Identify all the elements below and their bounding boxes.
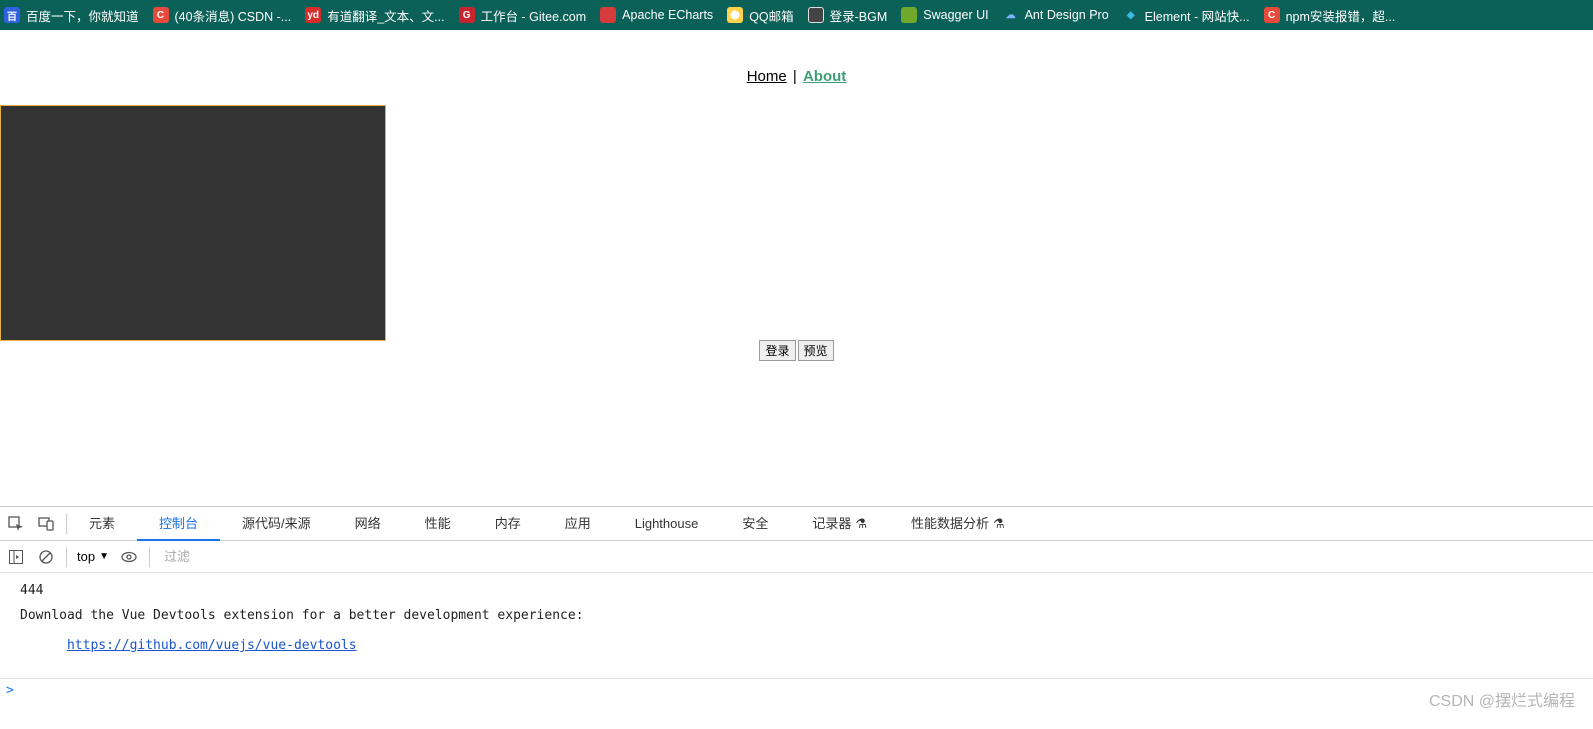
bookmark-label: Ant Design Pro (1025, 8, 1109, 22)
tab-elements[interactable]: 元素 (67, 507, 137, 541)
favicon-icon: C (153, 7, 169, 23)
bookmark-item[interactable]: G 工作台 - Gitee.com (459, 6, 587, 25)
bookmark-item[interactable]: 登录-BGM (808, 6, 888, 25)
bookmark-item[interactable]: ◆ Element - 网站快... (1123, 6, 1250, 25)
bookmark-label: 登录-BGM (830, 6, 888, 25)
bookmark-item[interactable]: ☁ Ant Design Pro (1003, 7, 1109, 23)
tab-recorder[interactable]: 记录器⚗ (790, 507, 889, 541)
bookmark-item[interactable]: Apache ECharts (600, 7, 713, 23)
bookmark-item[interactable]: Cnpm安装报错，超... (1264, 6, 1396, 25)
console-prompt[interactable]: > (0, 678, 1593, 702)
bookmark-label: 有道翻译_文本、文... (327, 6, 444, 25)
preview-panel (0, 105, 386, 341)
divider (66, 547, 67, 567)
devtools-panel: 元素 控制台 源代码/来源 网络 性能 内存 应用 Lighthouse 安全 … (0, 506, 1593, 702)
tab-application[interactable]: 应用 (543, 507, 613, 541)
favicon-icon: 百 (4, 7, 20, 23)
bookmark-item[interactable]: C (40条消息) CSDN -... (153, 6, 292, 25)
console-line: Download the Vue Devtools extension for … (20, 608, 1573, 623)
device-icon[interactable] (36, 514, 56, 534)
favicon-icon: ◆ (1123, 7, 1139, 23)
beta-icon: ⚗ (993, 516, 1005, 531)
sidebar-toggle-icon[interactable] (6, 547, 26, 567)
favicon-icon (901, 7, 917, 23)
bookmark-item[interactable]: 百百度一下，你就知道 (4, 6, 139, 25)
favicon-icon: ☁ (1003, 7, 1019, 23)
action-buttons: 登录 预览 (0, 340, 1593, 361)
console-output: 444 Download the Vue Devtools extension … (0, 573, 1593, 678)
bookmark-item[interactable]: Swagger UI (901, 7, 988, 23)
context-select[interactable]: top▼ (77, 549, 109, 564)
divider (149, 547, 150, 567)
favicon-icon: yd (305, 7, 321, 23)
nav-home-link[interactable]: Home (747, 68, 787, 85)
tab-memory[interactable]: 内存 (473, 507, 543, 541)
favicon-icon (600, 7, 616, 23)
nav-separator: | (791, 68, 799, 85)
bookmark-label: npm安装报错，超... (1286, 6, 1396, 25)
tab-perf-insights[interactable]: 性能数据分析⚗ (889, 507, 1027, 541)
tab-network[interactable]: 网络 (333, 507, 403, 541)
bookmark-label: Apache ECharts (622, 8, 713, 22)
bookmark-label: 工作台 - Gitee.com (481, 6, 587, 25)
inspect-icon[interactable] (6, 514, 26, 534)
console-line: 444 (20, 583, 1573, 598)
tab-security[interactable]: 安全 (720, 507, 790, 541)
bookmark-label: (40条消息) CSDN -... (175, 6, 292, 25)
beta-icon: ⚗ (855, 516, 867, 531)
devtools-tabs: 元素 控制台 源代码/来源 网络 性能 内存 应用 Lighthouse 安全 … (0, 507, 1593, 541)
login-button[interactable]: 登录 (759, 340, 795, 361)
page-nav: Home | About (0, 30, 1593, 85)
tab-performance[interactable]: 性能 (403, 507, 473, 541)
nav-about-link[interactable]: About (803, 68, 846, 85)
favicon-icon (808, 7, 824, 23)
bookmark-label: Element - 网站快... (1145, 6, 1250, 25)
clear-console-icon[interactable] (36, 547, 56, 567)
page-content: Home | About 登录 预览 (0, 30, 1593, 506)
console-line: https://github.com/vuejs/vue-devtools (20, 623, 1573, 668)
favicon-icon: C (1264, 7, 1280, 23)
console-link[interactable]: https://github.com/vuejs/vue-devtools (67, 638, 357, 653)
tab-lighthouse[interactable]: Lighthouse (613, 507, 721, 541)
bookmark-label: Swagger UI (923, 8, 988, 22)
filter-input[interactable] (160, 547, 1587, 566)
tab-sources[interactable]: 源代码/来源 (220, 507, 333, 541)
console-toolbar: top▼ (0, 541, 1593, 573)
bookmark-label: 百度一下，你就知道 (26, 6, 139, 25)
tab-console[interactable]: 控制台 (137, 507, 220, 541)
live-expression-icon[interactable] (119, 547, 139, 567)
bookmark-label: QQ邮箱 (749, 6, 793, 25)
bookmark-item[interactable]: QQ邮箱 (727, 6, 793, 25)
favicon-icon (727, 7, 743, 23)
bookmark-item[interactable]: yd 有道翻译_文本、文... (305, 6, 444, 25)
favicon-icon: G (459, 7, 475, 23)
preview-button[interactable]: 预览 (798, 340, 834, 361)
bookmark-bar: 百百度一下，你就知道 C (40条消息) CSDN -... yd 有道翻译_文本、文.… (0, 0, 1593, 30)
